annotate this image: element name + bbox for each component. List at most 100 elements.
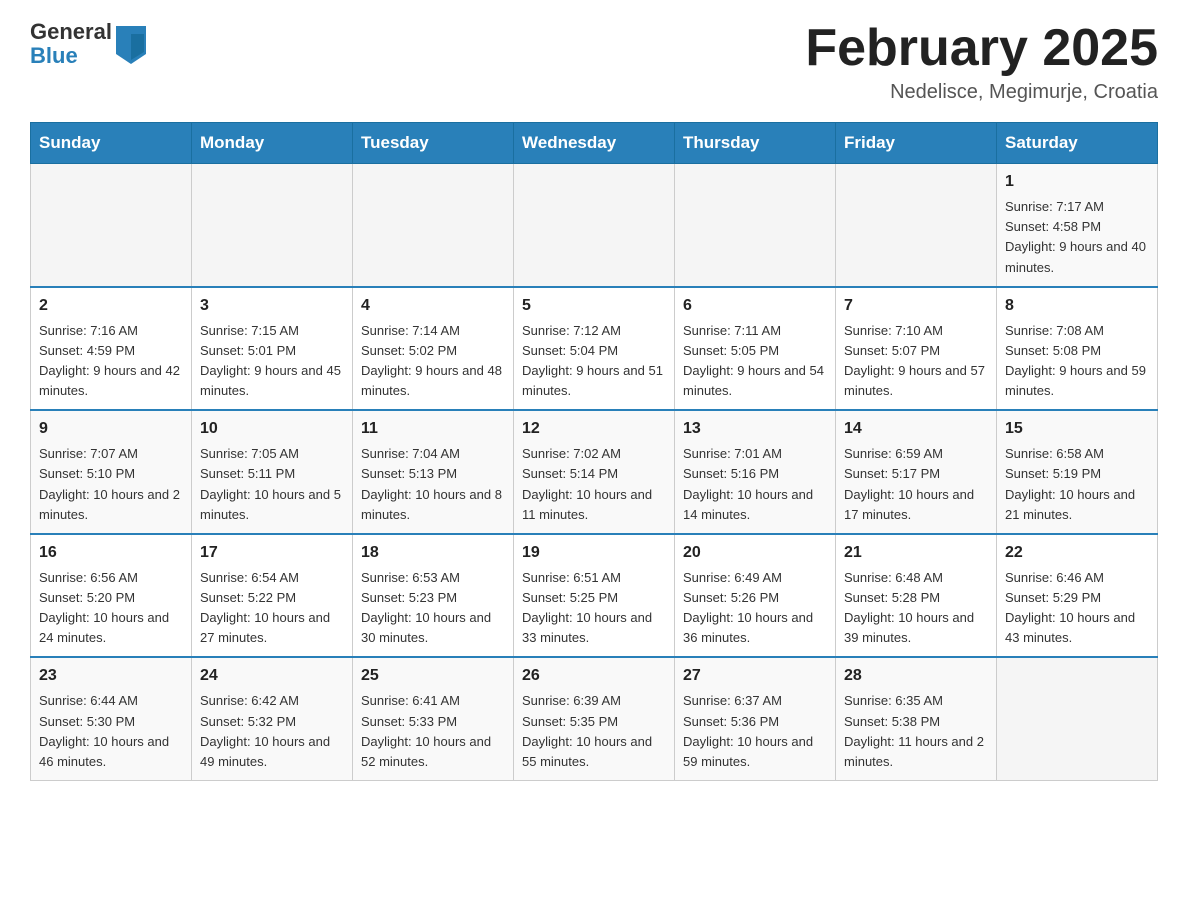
table-row — [675, 164, 836, 287]
logo-icon — [116, 26, 146, 64]
calendar-week-row: 1Sunrise: 7:17 AMSunset: 4:58 PMDaylight… — [31, 164, 1158, 287]
table-row — [192, 164, 353, 287]
day-info: Sunrise: 6:56 AMSunset: 5:20 PMDaylight:… — [39, 568, 183, 649]
calendar-week-row: 16Sunrise: 6:56 AMSunset: 5:20 PMDayligh… — [31, 534, 1158, 658]
day-number: 26 — [522, 664, 666, 688]
day-info: Sunrise: 6:59 AMSunset: 5:17 PMDaylight:… — [844, 444, 988, 525]
day-number: 25 — [361, 664, 505, 688]
day-info: Sunrise: 6:51 AMSunset: 5:25 PMDaylight:… — [522, 568, 666, 649]
table-row — [31, 164, 192, 287]
page-header: General Blue February 2025 Nedelisce, Me… — [30, 20, 1158, 104]
day-number: 13 — [683, 417, 827, 441]
day-info: Sunrise: 7:02 AMSunset: 5:14 PMDaylight:… — [522, 444, 666, 525]
day-number: 15 — [1005, 417, 1149, 441]
calendar-header-row: Sunday Monday Tuesday Wednesday Thursday… — [31, 123, 1158, 164]
day-number: 1 — [1005, 170, 1149, 194]
logo-text: General Blue — [30, 20, 112, 68]
calendar-week-row: 2 Sunrise: 7:16 AMSunset: 4:59 PMDaylight… — [31, 287, 1158, 411]
table-row: 6 Sunrise: 7:11 AMSunset: 5:05 PMDaylight… — [675, 287, 836, 411]
day-number: 24 — [200, 664, 344, 688]
day-info: Sunrise: 6:53 AMSunset: 5:23 PMDaylight:… — [361, 568, 505, 649]
day-info: Sunrise: 7:01 AMSunset: 5:16 PMDaylight:… — [683, 444, 827, 525]
day-number: 4 — [361, 294, 505, 318]
table-row: 1Sunrise: 7:17 AMSunset: 4:58 PMDaylight… — [997, 164, 1158, 287]
day-info: Sunrise: 6:46 AMSunset: 5:29 PMDaylight:… — [1005, 568, 1149, 649]
col-wednesday: Wednesday — [514, 123, 675, 164]
table-row: 13 Sunrise: 7:01 AMSunset: 5:16 PMDayligh… — [675, 410, 836, 534]
table-row: 8 Sunrise: 7:08 AMSunset: 5:08 PMDaylight… — [997, 287, 1158, 411]
table-row: 18 Sunrise: 6:53 AMSunset: 5:23 PMDayligh… — [353, 534, 514, 658]
table-row: 24Sunrise: 6:42 AMSunset: 5:32 PMDayligh… — [192, 657, 353, 780]
table-row — [514, 164, 675, 287]
day-info: Sunrise: 6:44 AMSunset: 5:30 PMDaylight:… — [39, 691, 183, 772]
day-info: Sunrise: 7:11 AMSunset: 5:05 PMDaylight:… — [683, 321, 827, 402]
location-title: Nedelisce, Megimurje, Croatia — [805, 81, 1158, 104]
logo-blue: Blue — [30, 44, 112, 68]
day-info: Sunrise: 7:10 AMSunset: 5:07 PMDaylight:… — [844, 321, 988, 402]
day-number: 22 — [1005, 541, 1149, 565]
col-monday: Monday — [192, 123, 353, 164]
day-number: 14 — [844, 417, 988, 441]
day-number: 6 — [683, 294, 827, 318]
day-info: Sunrise: 6:49 AMSunset: 5:26 PMDaylight:… — [683, 568, 827, 649]
day-info: Sunrise: 6:37 AMSunset: 5:36 PMDaylight:… — [683, 691, 827, 772]
col-sunday: Sunday — [31, 123, 192, 164]
table-row: 2 Sunrise: 7:16 AMSunset: 4:59 PMDaylight… — [31, 287, 192, 411]
day-info: Sunrise: 6:35 AMSunset: 5:38 PMDaylight:… — [844, 691, 988, 772]
day-number: 17 — [200, 541, 344, 565]
day-number: 18 — [361, 541, 505, 565]
day-number: 12 — [522, 417, 666, 441]
col-friday: Friday — [836, 123, 997, 164]
table-row: 22 Sunrise: 6:46 AMSunset: 5:29 PMDayligh… — [997, 534, 1158, 658]
table-row: 5Sunrise: 7:12 AMSunset: 5:04 PMDaylight… — [514, 287, 675, 411]
title-section: February 2025 Nedelisce, Megimurje, Croa… — [805, 20, 1158, 104]
table-row: 11Sunrise: 7:04 AMSunset: 5:13 PMDayligh… — [353, 410, 514, 534]
day-info: Sunrise: 6:39 AMSunset: 5:35 PMDaylight:… — [522, 691, 666, 772]
day-number: 28 — [844, 664, 988, 688]
table-row: 7 Sunrise: 7:10 AMSunset: 5:07 PMDaylight… — [836, 287, 997, 411]
table-row: 27 Sunrise: 6:37 AMSunset: 5:36 PMDayligh… — [675, 657, 836, 780]
col-thursday: Thursday — [675, 123, 836, 164]
table-row: 19 Sunrise: 6:51 AMSunset: 5:25 PMDayligh… — [514, 534, 675, 658]
table-row — [997, 657, 1158, 780]
table-row: 26 Sunrise: 6:39 AMSunset: 5:35 PMDayligh… — [514, 657, 675, 780]
day-number: 20 — [683, 541, 827, 565]
day-number: 9 — [39, 417, 183, 441]
day-info: Sunrise: 7:14 AMSunset: 5:02 PMDaylight:… — [361, 321, 505, 402]
day-number: 27 — [683, 664, 827, 688]
col-saturday: Saturday — [997, 123, 1158, 164]
day-number: 10 — [200, 417, 344, 441]
day-number: 7 — [844, 294, 988, 318]
table-row: 16Sunrise: 6:56 AMSunset: 5:20 PMDayligh… — [31, 534, 192, 658]
day-number: 2 — [39, 294, 183, 318]
day-info: Sunrise: 6:54 AMSunset: 5:22 PMDaylight:… — [200, 568, 344, 649]
table-row: 21Sunrise: 6:48 AMSunset: 5:28 PMDayligh… — [836, 534, 997, 658]
table-row — [836, 164, 997, 287]
col-tuesday: Tuesday — [353, 123, 514, 164]
table-row: 12 Sunrise: 7:02 AMSunset: 5:14 PMDayligh… — [514, 410, 675, 534]
table-row: 3 Sunrise: 7:15 AMSunset: 5:01 PMDaylight… — [192, 287, 353, 411]
table-row: 17 Sunrise: 6:54 AMSunset: 5:22 PMDayligh… — [192, 534, 353, 658]
table-row: 23 Sunrise: 6:44 AMSunset: 5:30 PMDayligh… — [31, 657, 192, 780]
table-row: 20 Sunrise: 6:49 AMSunset: 5:26 PMDayligh… — [675, 534, 836, 658]
table-row: 10Sunrise: 7:05 AMSunset: 5:11 PMDayligh… — [192, 410, 353, 534]
logo-general: General — [30, 20, 112, 44]
day-info: Sunrise: 6:58 AMSunset: 5:19 PMDaylight:… — [1005, 444, 1149, 525]
calendar-table: Sunday Monday Tuesday Wednesday Thursday… — [30, 122, 1158, 781]
day-number: 19 — [522, 541, 666, 565]
table-row: 15 Sunrise: 6:58 AMSunset: 5:19 PMDayligh… — [997, 410, 1158, 534]
day-number: 21 — [844, 541, 988, 565]
day-number: 3 — [200, 294, 344, 318]
day-info: Sunrise: 7:15 AMSunset: 5:01 PMDaylight:… — [200, 321, 344, 402]
logo: General Blue — [30, 20, 146, 68]
table-row: 4 Sunrise: 7:14 AMSunset: 5:02 PMDaylight… — [353, 287, 514, 411]
day-number: 23 — [39, 664, 183, 688]
day-info: Sunrise: 7:08 AMSunset: 5:08 PMDaylight:… — [1005, 321, 1149, 402]
table-row: 28 Sunrise: 6:35 AMSunset: 5:38 PMDayligh… — [836, 657, 997, 780]
calendar-week-row: 9 Sunrise: 7:07 AMSunset: 5:10 PMDaylight… — [31, 410, 1158, 534]
day-info: Sunrise: 6:41 AMSunset: 5:33 PMDaylight:… — [361, 691, 505, 772]
day-number: 8 — [1005, 294, 1149, 318]
day-number: 5 — [522, 294, 666, 318]
day-info: Sunrise: 7:07 AMSunset: 5:10 PMDaylight:… — [39, 444, 183, 525]
day-info: Sunrise: 7:16 AMSunset: 4:59 PMDaylight:… — [39, 321, 183, 402]
